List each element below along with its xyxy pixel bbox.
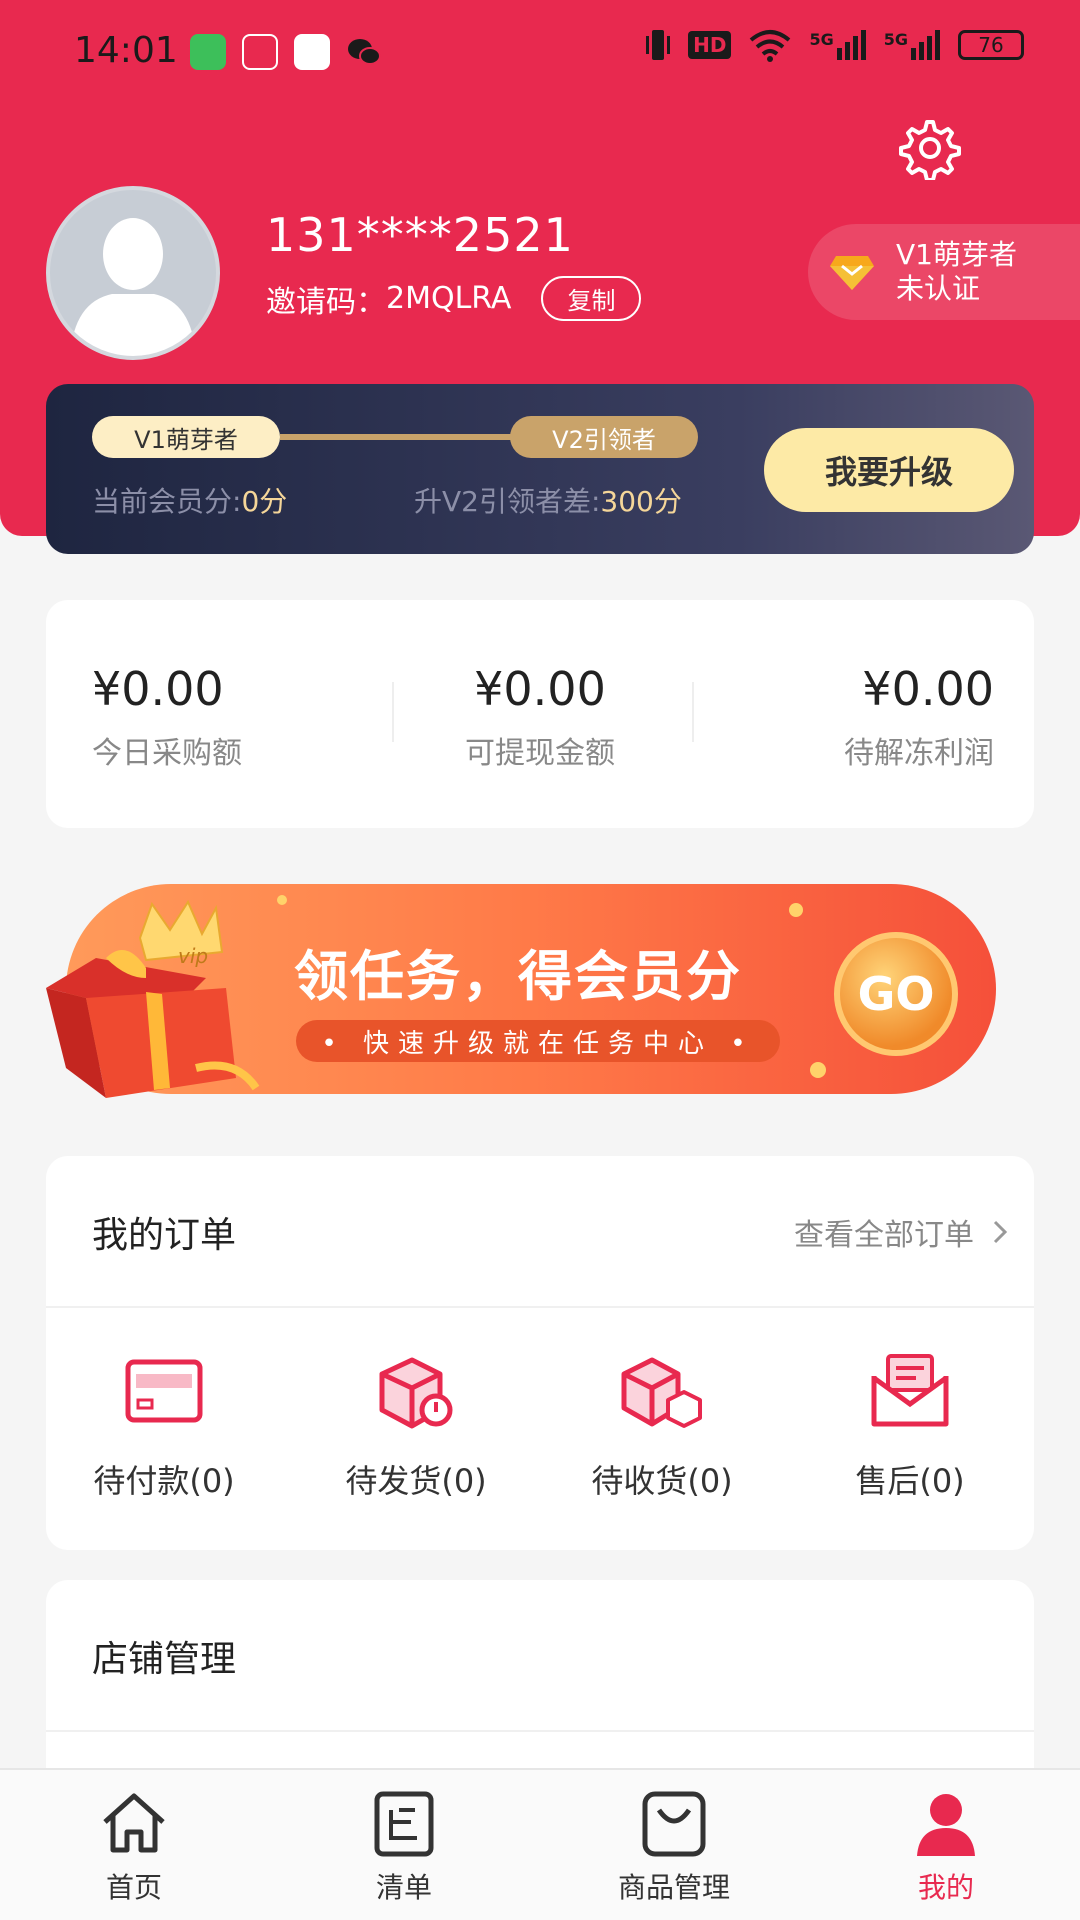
invite-code: 2MQLRA: [386, 281, 512, 316]
game-notification-icon: [294, 34, 330, 70]
task-banner[interactable]: vip 领任务，得会员分 • 快速升级就在任务中心 • GO: [36, 880, 1004, 1100]
divider: [46, 1306, 1034, 1308]
level-card: V1萌芽者 V2引领者 当前会员分:0分 升V2引领者差:300分 我要升级: [46, 384, 1034, 554]
view-all-orders-label: 查看全部订单: [794, 1218, 974, 1253]
envelope-icon: [871, 1354, 949, 1427]
order-pending-payment[interactable]: 待付款(0): [64, 1352, 264, 1502]
wifi-icon: [750, 30, 791, 62]
go-button[interactable]: GO: [834, 932, 958, 1056]
withdrawable-value: ¥0.00: [474, 662, 606, 716]
settings-gear-icon[interactable]: [898, 116, 962, 180]
divider: [692, 682, 694, 742]
avatar[interactable]: [46, 186, 220, 360]
current-level-pill: V1萌芽者: [92, 416, 280, 458]
bottom-tab-bar: 首页 清单 商品管理 我的: [0, 1768, 1080, 1920]
order-pending-receipt-label: 待收货(0): [591, 1462, 733, 1500]
tab-mine-label: 我的: [917, 1871, 974, 1904]
order-pending-shipment-label: 待发货(0): [345, 1462, 487, 1500]
card-icon: [125, 1359, 203, 1423]
tab-list[interactable]: 清单: [314, 1788, 494, 1906]
boxes-icon: [621, 1357, 702, 1428]
score-diff-text: 升V2引领者差:300分: [414, 485, 682, 518]
next-level-pill: V2引领者: [510, 416, 698, 458]
level-badge[interactable]: V1萌芽者 未认证: [808, 224, 1080, 320]
orders-title: 我的订单: [92, 1215, 237, 1256]
diamond-icon: [830, 256, 874, 290]
store-management-card[interactable]: 店铺管理: [46, 1580, 1034, 1800]
banner-subtitle: • 快速升级就在任务中心 •: [296, 1020, 780, 1062]
withdrawable-label: 可提现金额: [465, 736, 615, 771]
badge-status: 未认证: [896, 272, 981, 305]
level-progress-track: [280, 434, 512, 440]
list-icon: [374, 1791, 434, 1857]
order-after-sales[interactable]: 售后(0): [810, 1352, 1010, 1502]
invite-label: 邀请码：: [266, 284, 386, 320]
status-right: HD 5G 5G 76: [646, 28, 1024, 62]
signal-1-icon: 5G: [809, 30, 866, 60]
user-phone: 131****2521: [266, 208, 574, 262]
profile-page: 14:01 HD 5G 5G 76 131****2521 邀请码： 2MQLR…: [0, 0, 1080, 1920]
tab-home-label: 首页: [105, 1871, 162, 1904]
frozen-profit-label: 待解冻利润: [844, 736, 994, 771]
battery-icon: 76: [958, 30, 1024, 60]
invite-row: 邀请码： 2MQLRA 复制: [266, 276, 642, 321]
wechat-notification-icon: [346, 34, 382, 70]
order-pending-receipt[interactable]: 待收货(0): [562, 1352, 762, 1502]
today-purchase[interactable]: ¥0.00 今日采购额: [92, 662, 242, 772]
frozen-profit[interactable]: ¥0.00 待解冻利润: [844, 662, 994, 772]
bag-icon: [642, 1791, 706, 1857]
default-avatar-icon: [70, 218, 196, 356]
balance-card: ¥0.00 今日采购额 ¥0.00 可提现金额 ¥0.00 待解冻利润: [46, 600, 1034, 828]
order-after-sales-label: 售后(0): [855, 1462, 965, 1500]
vibrate-icon: [646, 30, 671, 60]
gift-box-icon: [46, 899, 260, 1098]
banner-title: 领任务，得会员分: [294, 945, 742, 1008]
tab-home[interactable]: 首页: [44, 1788, 224, 1906]
orders-card: 我的订单 查看全部订单 待付款(0) 待发货(0) 待收货(0) 售后(0): [46, 1156, 1034, 1550]
today-purchase-label: 今日采购额: [92, 736, 242, 771]
copy-button[interactable]: 复制: [541, 276, 642, 321]
chevron-right-icon: [993, 1220, 1008, 1244]
frozen-profit-value: ¥0.00: [862, 662, 994, 716]
tab-product-management[interactable]: 商品管理: [584, 1788, 764, 1906]
signal-2-icon: 5G: [884, 30, 940, 60]
home-icon: [103, 1793, 165, 1853]
tab-mine[interactable]: 我的: [856, 1788, 1036, 1906]
withdrawable[interactable]: ¥0.00 可提现金额: [430, 662, 650, 772]
order-pending-shipment[interactable]: 待发货(0): [316, 1352, 516, 1502]
divider: [392, 682, 394, 742]
vip-badge-text: vip: [178, 944, 209, 968]
box-clock-icon: [379, 1357, 453, 1429]
upgrade-button[interactable]: 我要升级: [764, 428, 1014, 512]
messages-notification-icon: [190, 34, 226, 70]
view-all-orders-link[interactable]: 查看全部订单: [794, 1210, 1008, 1254]
badge-level: V1萌芽者: [896, 238, 1017, 271]
current-score-text: 当前会员分:0分: [92, 485, 288, 518]
order-pending-payment-label: 待付款(0): [93, 1462, 235, 1500]
hd-icon: HD: [688, 31, 732, 59]
store-management-title: 店铺管理: [92, 1639, 237, 1680]
today-purchase-value: ¥0.00: [92, 662, 224, 716]
status-bar: 14:01 HD 5G 5G 76: [0, 0, 1080, 106]
app-notification-icon: [242, 34, 278, 70]
user-icon: [917, 1794, 975, 1856]
tab-product-management-label: 商品管理: [617, 1871, 730, 1904]
divider: [46, 1730, 1034, 1732]
tab-list-label: 清单: [375, 1871, 432, 1904]
status-time: 14:01: [74, 30, 178, 71]
